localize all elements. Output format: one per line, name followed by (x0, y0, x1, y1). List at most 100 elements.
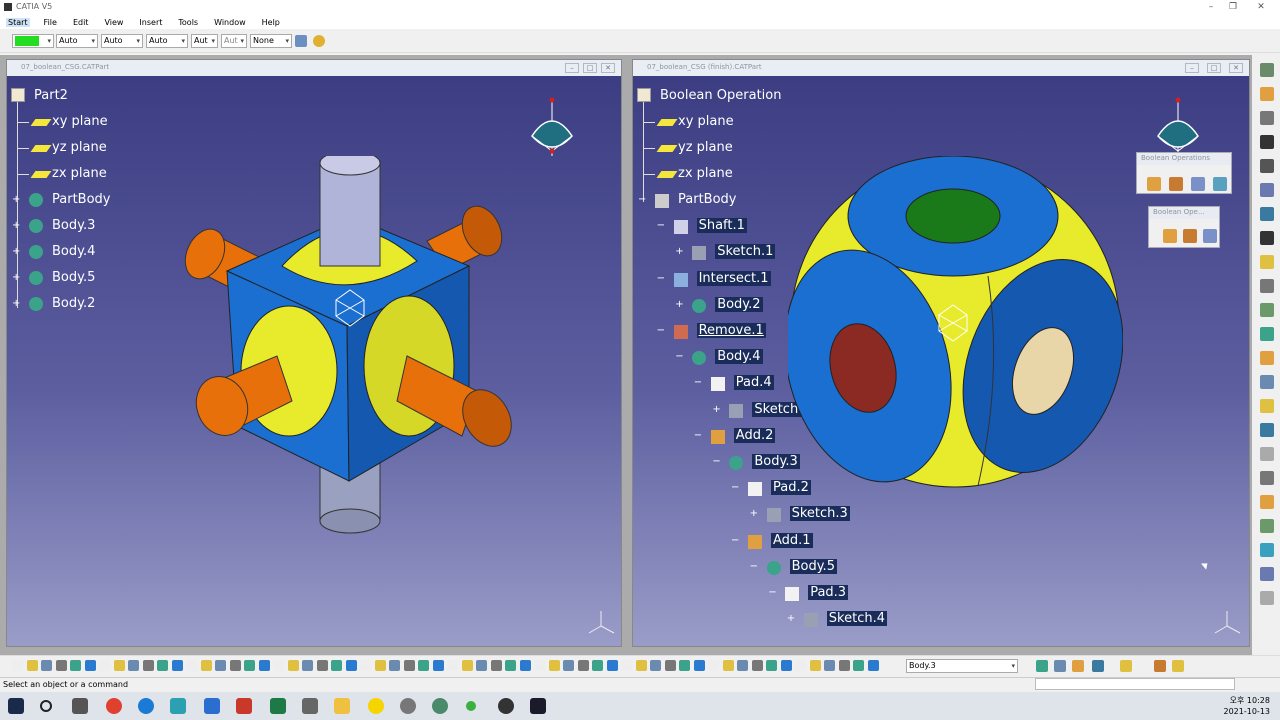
bottom-tool-icon-9[interactable] (142, 660, 154, 671)
expand-toggle-icon[interactable]: − (694, 430, 702, 440)
bottom-tool-icon-42[interactable] (621, 660, 632, 671)
bottom-tool-icon-21[interactable] (316, 660, 328, 671)
bottom-tool-icon-46[interactable] (679, 660, 690, 671)
bottom-tool-icon-36[interactable] (534, 660, 545, 671)
bottom-tool-icon-8[interactable] (128, 660, 139, 671)
expand-icon[interactable]: + (12, 299, 20, 309)
bottom-tool-icon-45[interactable] (664, 660, 676, 671)
tree-item[interactable]: Add.1 (771, 532, 813, 548)
minimize-button[interactable]: – (1200, 1, 1222, 13)
bottom-tool-icon-34[interactable] (505, 660, 516, 671)
bottom-tool-icon-15[interactable] (229, 660, 241, 671)
bottom-tool-icon-54[interactable] (795, 660, 806, 671)
bottom-tool-icon-1[interactable] (26, 660, 38, 671)
app2-icon[interactable] (400, 698, 416, 714)
menu-insert[interactable]: Insert (137, 18, 164, 27)
bottom-tool-icon-19[interactable] (287, 660, 299, 671)
add-icon[interactable] (1169, 177, 1183, 191)
expand-toggle-icon[interactable]: + (787, 614, 795, 624)
tree-item-partbody[interactable]: PartBody (52, 192, 110, 207)
bottom-tool-icon-0[interactable] (12, 660, 23, 671)
left-viewer-maximize[interactable]: □ (583, 63, 597, 73)
search-icon[interactable] (40, 700, 52, 712)
bottom-tool-icon-14[interactable] (215, 660, 226, 671)
bottom-tool-icon-18[interactable] (273, 660, 284, 671)
expand-toggle-icon[interactable]: − (657, 326, 665, 336)
right-viewer-maximize[interactable]: □ (1207, 63, 1221, 73)
bottom-tool-icon-22[interactable] (331, 660, 342, 671)
tool-icon-17[interactable] (1260, 471, 1274, 485)
bottom-tool-icon-28[interactable] (418, 660, 429, 671)
tree-item-zx-plane[interactable]: zx plane (678, 166, 733, 181)
menu-view[interactable]: View (102, 18, 125, 27)
expand-toggle-icon[interactable]: − (657, 221, 665, 231)
menu-edit[interactable]: Edit (71, 18, 91, 27)
tool-icon-16[interactable] (1260, 447, 1274, 461)
menu-help[interactable]: Help (260, 18, 282, 27)
tree-item-body4[interactable]: Body.4 (52, 244, 95, 259)
bottom-tool-icon-37[interactable] (548, 660, 560, 671)
expand-toggle-icon[interactable]: − (675, 352, 683, 362)
tree-item[interactable]: Shaft.1 (696, 218, 747, 234)
menu-tools[interactable]: Tools (176, 18, 200, 27)
bottom-tool-icon-24[interactable] (360, 660, 371, 671)
tree-item[interactable]: Pad.4 (733, 375, 774, 391)
expand-toggle-icon[interactable]: + (675, 299, 683, 309)
tree-item[interactable]: Sketch.3 (789, 506, 850, 522)
bottom-tool-icon-38[interactable] (563, 660, 574, 671)
layer-filter-combo[interactable]: None (250, 34, 292, 48)
left-3d-canvas[interactable]: Part2 xy plane yz plane zx plane + PartB… (7, 76, 621, 646)
tree-item-body3[interactable]: Body.3 (52, 218, 95, 233)
expand-toggle-icon[interactable]: − (731, 535, 739, 545)
expand-icon[interactable]: + (12, 273, 20, 283)
kakaotalk-icon[interactable] (368, 698, 384, 714)
menu-window[interactable]: Window (212, 18, 248, 27)
menu-start[interactable]: Start (6, 17, 30, 27)
bottom-tool-icon-7[interactable] (113, 660, 125, 671)
bottom-tool-icon-25[interactable] (374, 660, 386, 671)
tool-icon-4[interactable] (1260, 159, 1274, 173)
bottom-right-tool-icon-5[interactable] (1154, 660, 1166, 672)
tool-icon-20[interactable] (1260, 543, 1274, 557)
bottom-tool-icon-56[interactable] (824, 660, 835, 671)
tree-item-yz-plane[interactable]: yz plane (678, 140, 733, 155)
boolean-ope-toolbar[interactable]: Boolean Ope... (1148, 206, 1220, 248)
tree-item[interactable]: Add.2 (733, 427, 776, 443)
assemble-icon[interactable] (1147, 177, 1161, 191)
bottom-tool-icon-26[interactable] (389, 660, 400, 671)
tool-icon-7[interactable] (1260, 231, 1274, 245)
tool-icon-21[interactable] (1260, 567, 1274, 581)
bottom-tool-icon-49[interactable] (722, 660, 734, 671)
tool-icon-13[interactable] (1260, 375, 1274, 389)
powerpoint-icon[interactable] (236, 698, 252, 714)
expand-toggle-icon[interactable]: − (694, 378, 702, 388)
expand-toggle-icon[interactable]: − (712, 457, 720, 467)
remove-lump-icon[interactable] (1183, 229, 1197, 243)
tool-icon-10[interactable] (1260, 303, 1274, 317)
edge-icon[interactable] (138, 698, 154, 714)
catia-taskbar-icon[interactable] (530, 698, 546, 714)
bottom-tool-icon-30[interactable] (447, 660, 458, 671)
linetype-combo[interactable]: Auto (101, 34, 143, 48)
tool-icon-11[interactable] (1260, 327, 1274, 341)
calendar-icon[interactable] (204, 698, 220, 714)
bottom-tool-icon-47[interactable] (693, 660, 705, 671)
right-viewer-minimize[interactable]: – (1185, 63, 1199, 73)
bottom-right-tool-icon-4[interactable] (1120, 660, 1132, 672)
tree-item[interactable]: Remove.1 (696, 323, 766, 338)
menu-file[interactable]: File (42, 18, 59, 27)
expand-toggle-icon[interactable]: + (675, 247, 683, 257)
bottom-tool-icon-52[interactable] (766, 660, 777, 671)
excel-icon[interactable] (270, 698, 286, 714)
recorder-icon[interactable] (498, 698, 514, 714)
tree-item[interactable]: Intersect.1 (696, 270, 771, 286)
bottom-tool-icon-11[interactable] (171, 660, 183, 671)
bottom-tool-icon-57[interactable] (838, 660, 850, 671)
tree-item-body5[interactable]: Body.5 (52, 270, 95, 285)
bottom-tool-icon-32[interactable] (476, 660, 487, 671)
windows-start-icon[interactable] (8, 698, 24, 714)
bottom-tool-icon-31[interactable] (461, 660, 473, 671)
tree-item-xy-plane[interactable]: xy plane (678, 114, 734, 129)
tree-item-body2[interactable]: Body.2 (52, 296, 95, 311)
intersect-icon[interactable] (1213, 177, 1227, 191)
